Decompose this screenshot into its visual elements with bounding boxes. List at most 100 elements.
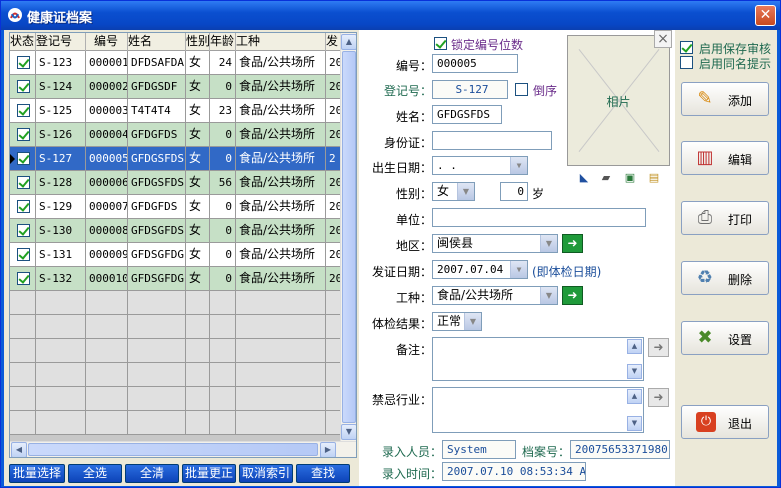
cell-no[interactable]: 000001 — [86, 51, 128, 75]
cell-reg[interactable] — [36, 339, 86, 363]
batch-select-button[interactable]: 批量选择 — [9, 464, 65, 483]
cell-reg[interactable]: S-124 — [36, 75, 86, 99]
cell-reg[interactable]: S-131 — [36, 243, 86, 267]
cell-age[interactable]: 24 — [210, 51, 236, 75]
chevron-down-icon[interactable]: ▼ — [540, 235, 557, 252]
reverse-order-checkbox[interactable] — [515, 83, 528, 96]
records-grid[interactable]: 状态 登记号 编号 姓名 性别 年龄 工种 发 S-123 000001 DFDSA… — [9, 32, 357, 458]
cell-age[interactable]: 56 — [210, 171, 236, 195]
cell-reg[interactable] — [36, 363, 86, 387]
cell-no[interactable]: 000010 — [86, 267, 128, 291]
cell-name[interactable]: GFDGSFDS — [128, 147, 186, 171]
cell-status[interactable] — [10, 363, 36, 387]
col-header-number[interactable]: 编号 — [86, 33, 128, 51]
cell-age[interactable] — [210, 363, 236, 387]
cell-status[interactable] — [10, 99, 36, 123]
row-checkbox[interactable] — [17, 272, 30, 285]
cell-no[interactable] — [86, 291, 128, 315]
scroll-down-icon[interactable]: ▼ — [341, 424, 356, 440]
edit-button[interactable]: ▥ 编辑 — [681, 141, 769, 175]
chevron-down-icon[interactable]: ▼ — [540, 287, 557, 304]
cell-sex[interactable] — [186, 315, 210, 339]
row-checkbox[interactable] — [17, 80, 30, 93]
vertical-scroll-thumb[interactable] — [342, 51, 356, 423]
cell-status[interactable] — [10, 243, 36, 267]
cell-name[interactable] — [128, 411, 186, 435]
cell-status[interactable] — [10, 147, 36, 171]
cell-reg[interactable]: S-129 — [36, 195, 86, 219]
cell-age[interactable] — [210, 339, 236, 363]
scroll-up-icon[interactable]: ▲ — [627, 339, 642, 354]
cell-reg[interactable]: S-123 — [36, 51, 86, 75]
row-checkbox[interactable] — [17, 104, 30, 117]
number-field[interactable]: 000005 — [432, 54, 518, 73]
scroll-up-icon[interactable]: ▲ — [627, 389, 642, 404]
cell-reg[interactable]: S-125 — [36, 99, 86, 123]
cell-job[interactable]: 食品/公共场所 — [236, 171, 326, 195]
job-select[interactable]: 食品/公共场所 ▼ — [432, 286, 558, 305]
cell-no[interactable] — [86, 411, 128, 435]
exit-button[interactable]: ⏻ 退出 — [681, 405, 769, 439]
cell-reg[interactable]: S-128 — [36, 171, 86, 195]
cell-job[interactable]: 食品/公共场所 — [236, 123, 326, 147]
cell-status[interactable] — [10, 315, 36, 339]
cell-sex[interactable]: 女 — [186, 171, 210, 195]
cell-sex[interactable] — [186, 387, 210, 411]
cell-job[interactable]: 食品/公共场所 — [236, 243, 326, 267]
horizontal-scroll-thumb[interactable] — [28, 443, 318, 456]
cell-name[interactable]: GFDGFDS — [128, 195, 186, 219]
save-audit-checkbox[interactable] — [680, 41, 693, 54]
find-button[interactable]: 查找 — [296, 464, 350, 483]
cell-sex[interactable] — [186, 291, 210, 315]
table-row[interactable]: S-132 000010 GFDSGFDG 女 0 食品/公共场所 20 — [10, 267, 344, 291]
cell-age[interactable]: 0 — [210, 123, 236, 147]
cell-age[interactable]: 23 — [210, 99, 236, 123]
settings-button[interactable]: ✖ 设置 — [681, 321, 769, 355]
scroll-down-icon[interactable]: ▼ — [627, 364, 642, 379]
cell-name[interactable]: GFDSGFDG — [128, 243, 186, 267]
cell-name[interactable] — [128, 315, 186, 339]
cell-no[interactable]: 000005 — [86, 147, 128, 171]
job-go-button[interactable]: ➜ — [562, 286, 583, 305]
cell-age[interactable] — [210, 387, 236, 411]
cell-age[interactable] — [210, 411, 236, 435]
cell-sex[interactable]: 女 — [186, 243, 210, 267]
chevron-down-icon[interactable]: ▼ — [510, 157, 527, 174]
table-row[interactable]: S-126 000004 GFDGFDS 女 0 食品/公共场所 20 — [10, 123, 344, 147]
cell-sex[interactable]: 女 — [186, 219, 210, 243]
cell-sex[interactable]: 女 — [186, 51, 210, 75]
col-header-sex[interactable]: 性别 — [186, 33, 210, 51]
cell-reg[interactable]: S-127 — [36, 147, 86, 171]
col-header-status[interactable]: 状态 — [10, 33, 36, 51]
sex-select[interactable]: 女 ▼ — [432, 182, 475, 201]
ban-field[interactable]: ▲ ▼ — [432, 387, 644, 433]
title-bar[interactable]: 健康证档案 ✕ — [1, 1, 780, 30]
cell-reg[interactable] — [36, 291, 86, 315]
cell-reg[interactable]: S-130 — [36, 219, 86, 243]
add-button[interactable]: ✎ 添加 — [681, 82, 769, 116]
remark-go-button[interactable]: ➜ — [648, 338, 669, 357]
same-name-checkbox[interactable] — [680, 56, 693, 69]
cell-sex[interactable]: 女 — [186, 195, 210, 219]
cell-job[interactable] — [236, 387, 326, 411]
cell-status[interactable] — [10, 51, 36, 75]
cell-no[interactable]: 000006 — [86, 171, 128, 195]
cell-job[interactable]: 食品/公共场所 — [236, 267, 326, 291]
horizontal-scrollbar[interactable]: ◀ ▶ — [10, 441, 356, 457]
cell-age[interactable]: 0 — [210, 219, 236, 243]
cell-no[interactable]: 000007 — [86, 195, 128, 219]
camera-icon[interactable]: ◣ — [576, 171, 592, 185]
cell-age[interactable]: 0 — [210, 147, 236, 171]
cell-age[interactable] — [210, 315, 236, 339]
cell-status[interactable] — [10, 219, 36, 243]
cell-job[interactable] — [236, 411, 326, 435]
cell-sex[interactable]: 女 — [186, 123, 210, 147]
lock-number-checkbox[interactable] — [434, 37, 447, 50]
cell-job[interactable]: 食品/公共场所 — [236, 75, 326, 99]
cell-name[interactable] — [128, 339, 186, 363]
cell-sex[interactable]: 女 — [186, 147, 210, 171]
table-row[interactable]: S-123 000001 DFDSAFDA 女 24 食品/公共场所 20 — [10, 51, 344, 75]
cell-status[interactable] — [10, 291, 36, 315]
cell-job[interactable] — [236, 291, 326, 315]
col-header-reg[interactable]: 登记号 — [36, 33, 86, 51]
